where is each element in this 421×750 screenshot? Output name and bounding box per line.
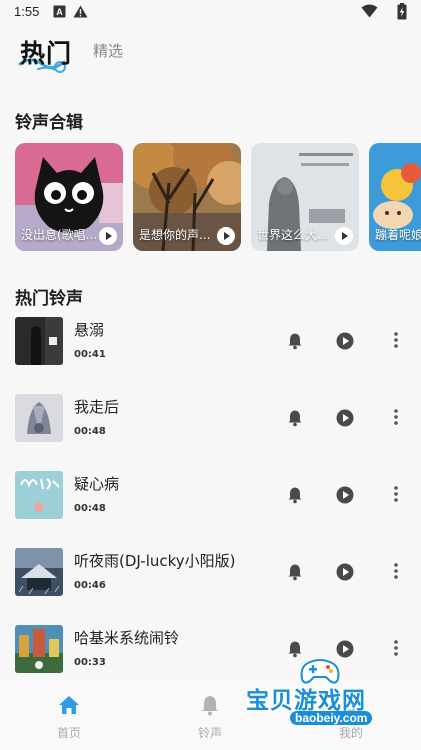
- watermark-url: baobeiy.com: [290, 711, 373, 725]
- ringtone-thumbnail: [15, 548, 63, 596]
- collection-card[interactable]: 蹦着呢娘: [369, 143, 421, 251]
- more-vertical-icon[interactable]: [386, 407, 406, 427]
- status-time: 1:55: [14, 4, 40, 19]
- ringtone-row[interactable]: 疑心病 00:48: [15, 471, 415, 527]
- ringtone-thumbnail: [15, 625, 63, 673]
- collection-card[interactable]: 是想你的声...: [133, 143, 241, 251]
- ringtone-title: 悬溺: [74, 321, 105, 339]
- set-ringtone-bell-icon[interactable]: [286, 332, 304, 350]
- more-vertical-icon[interactable]: [386, 330, 406, 350]
- warning-icon: [73, 5, 88, 18]
- nav-home-label: 首页: [56, 726, 81, 740]
- ringtone-row[interactable]: 我走后 00:48: [15, 394, 415, 450]
- play-icon[interactable]: [336, 486, 354, 504]
- teal-handwriting-thumbnail-image: [15, 471, 63, 519]
- ringtone-duration: 00:33: [74, 657, 106, 668]
- night-rain-thumbnail-image: [15, 548, 63, 596]
- a-icon: A: [53, 5, 66, 18]
- play-icon[interactable]: [217, 227, 235, 245]
- set-ringtone-bell-icon[interactable]: [286, 486, 304, 504]
- bell-icon: [202, 696, 218, 716]
- hot-ringtones-title: 热门铃声: [15, 289, 83, 309]
- play-icon[interactable]: [336, 332, 354, 350]
- wifi-icon: [361, 4, 378, 18]
- status-bar: 1:55 A: [0, 0, 421, 24]
- play-icon[interactable]: [335, 227, 353, 245]
- ringtone-duration: 00:48: [74, 503, 106, 514]
- ringtone-thumbnail: [15, 471, 63, 519]
- tab-hot[interactable]: 热门: [20, 34, 72, 70]
- collection-card-label: 是想你的声...: [139, 228, 211, 242]
- collection-card[interactable]: 没出息(歌唱...: [15, 143, 123, 251]
- ringtone-title: 我走后: [74, 398, 120, 416]
- ringtone-duration: 00:46: [74, 580, 106, 591]
- ringtone-title: 哈基米系统闹铃: [74, 629, 180, 647]
- ringtone-title: 疑心病: [74, 475, 120, 493]
- more-vertical-icon[interactable]: [386, 561, 406, 581]
- city-scene-thumbnail-image: [15, 625, 63, 673]
- collection-card-label: 没出息(歌唱...: [21, 228, 98, 242]
- site-watermark: 宝贝游戏网 baobeiy.com: [238, 655, 398, 747]
- watermark-text: 宝贝游戏网: [246, 688, 366, 714]
- ringtone-thumbnail: [15, 317, 63, 365]
- ringtone-row[interactable]: 听夜雨(DJ-lucky小阳版) 00:46: [15, 548, 415, 604]
- sketch-art-thumbnail-image: [15, 394, 63, 442]
- collection-card-label: 世界这么大...: [257, 228, 329, 242]
- app-screen: 1:55 A 热门 精选 铃声合辑 没出息(歌唱... 是想你的声... 世界这…: [0, 0, 421, 750]
- svg-text:A: A: [56, 7, 63, 17]
- tab-featured[interactable]: 精选: [93, 40, 123, 61]
- play-icon[interactable]: [336, 563, 354, 581]
- collection-carousel[interactable]: 没出息(歌唱... 是想你的声... 世界这么大... 蹦着呢娘: [15, 143, 421, 253]
- ringtone-duration: 00:48: [74, 426, 106, 437]
- set-ringtone-bell-icon[interactable]: [286, 409, 304, 427]
- home-icon: [59, 696, 79, 714]
- dark-figure-thumbnail-image: [15, 317, 63, 365]
- play-icon[interactable]: [336, 409, 354, 427]
- ringtone-title: 听夜雨(DJ-lucky小阳版): [74, 552, 236, 570]
- ringtone-duration: 00:41: [74, 349, 106, 360]
- more-vertical-icon[interactable]: [386, 484, 406, 504]
- battery-charging-icon: [397, 3, 407, 20]
- collection-card-label: 蹦着呢娘: [375, 228, 421, 242]
- set-ringtone-bell-icon[interactable]: [286, 563, 304, 581]
- collection-card[interactable]: 世界这么大...: [251, 143, 359, 251]
- play-icon[interactable]: [99, 227, 117, 245]
- ringtone-thumbnail: [15, 394, 63, 442]
- nav-home[interactable]: 首页: [29, 694, 109, 741]
- collections-title: 铃声合辑: [15, 113, 83, 133]
- ringtone-row[interactable]: 悬溺 00:41: [15, 317, 415, 373]
